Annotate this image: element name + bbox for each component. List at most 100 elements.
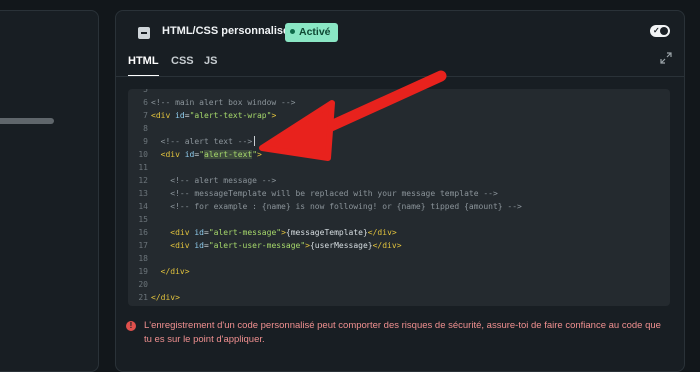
- tab-js[interactable]: JS: [204, 51, 217, 75]
- code-line[interactable]: 15: [128, 213, 670, 226]
- line-number: 14: [138, 202, 148, 211]
- code-token: <!-- for example : {name} is now followi…: [170, 202, 522, 211]
- code-token: <!-- alert message -->: [170, 176, 277, 185]
- line-code: </div>: [151, 265, 190, 278]
- code-lines: 5 6 <!-- main alert box window --> 7 <div id…: [128, 89, 670, 304]
- line-number: 20: [138, 280, 148, 289]
- line-code: <div id="alert-text-wrap">: [151, 109, 276, 122]
- line-number: 7: [143, 111, 148, 120]
- enable-toggle[interactable]: ✓: [650, 25, 670, 37]
- text-cursor-icon: [254, 136, 255, 146]
- collapse-button[interactable]: [138, 27, 150, 39]
- code-line[interactable]: 5: [128, 89, 670, 96]
- code-line[interactable]: 8: [128, 122, 670, 135]
- expand-icon[interactable]: [660, 52, 672, 64]
- line-number: 12: [138, 176, 148, 185]
- check-icon: ✓: [653, 26, 660, 35]
- line-number: 13: [138, 189, 148, 198]
- code-line[interactable]: 7 <div id="alert-text-wrap">: [128, 109, 670, 122]
- line-number: 18: [138, 254, 148, 263]
- code-token: <!-- main alert box window -->: [151, 98, 296, 107]
- code-token: </div>: [367, 228, 397, 237]
- line-code: <div id="alert-text">: [151, 148, 262, 161]
- tab-css[interactable]: CSS: [171, 51, 194, 75]
- code-token: >: [257, 150, 262, 159]
- code-token: <!-- alert text -->: [160, 137, 253, 146]
- line-code: <div id="alert-user-message">{userMessag…: [151, 239, 402, 252]
- code-token: <div: [151, 111, 171, 120]
- code-token: <div: [170, 228, 190, 237]
- code-token: {userMessage}: [309, 241, 373, 250]
- code-token: "alert-text-wrap": [189, 111, 272, 120]
- code-token: id: [175, 111, 185, 120]
- code-token: </div>: [160, 267, 190, 276]
- code-token: alert-text: [204, 150, 253, 159]
- line-code: <div id="alert-message">{messageTemplate…: [151, 226, 397, 239]
- code-line[interactable]: 12 <!-- alert message -->: [128, 174, 670, 187]
- code-token: "alert-message": [208, 228, 282, 237]
- warning-text: L'enregistrement d'un code personnalisé …: [144, 320, 661, 345]
- line-code: </div>: [151, 291, 180, 304]
- code-token: id: [184, 150, 195, 159]
- warning-icon: !: [126, 321, 136, 331]
- line-code: <!-- main alert box window -->: [151, 96, 296, 109]
- code-line[interactable]: 18: [128, 252, 670, 265]
- line-number: 11: [138, 163, 148, 172]
- line-number: 21: [138, 293, 148, 302]
- code-token: </div>: [372, 241, 402, 250]
- code-line[interactable]: 16 <div id="alert-message">{messageTempl…: [128, 226, 670, 239]
- toggle-knob: [660, 27, 668, 35]
- card-title: HTML/CSS personnalisés: [162, 25, 296, 37]
- line-number: 19: [138, 267, 148, 276]
- status-badge: Activé: [285, 23, 338, 42]
- line-code: <!-- alert text -->: [151, 135, 253, 148]
- code-token: <div: [160, 150, 180, 159]
- line-number: 16: [138, 228, 148, 237]
- code-line[interactable]: 17 <div id="alert-user-message">{userMes…: [128, 239, 670, 252]
- line-code: <!-- alert message -->: [151, 174, 276, 187]
- code-line[interactable]: 11: [128, 161, 670, 174]
- code-line[interactable]: 9 <!-- alert text -->: [128, 135, 670, 148]
- line-number: 17: [138, 241, 148, 250]
- code-line[interactable]: 6 <!-- main alert box window -->: [128, 96, 670, 109]
- code-token: <!-- messageTemplate will be replaced wi…: [170, 189, 498, 198]
- code-line[interactable]: 13 <!-- messageTemplate will be replaced…: [128, 187, 670, 200]
- code-token: id: [194, 228, 204, 237]
- custom-code-card: HTML/CSS personnalisés Activé ✓ HTML CSS…: [115, 10, 685, 372]
- code-token: </div>: [151, 293, 180, 302]
- code-line[interactable]: 21 </div>: [128, 291, 670, 304]
- line-number: 15: [138, 215, 148, 224]
- code-line[interactable]: 20: [128, 278, 670, 291]
- code-line[interactable]: 14 <!-- for example : {name} is now foll…: [128, 200, 670, 213]
- line-number: 8: [143, 124, 148, 133]
- code-line[interactable]: 19 </div>: [128, 265, 670, 278]
- code-token: <div: [170, 241, 190, 250]
- code-token: "alert-user-message": [208, 241, 306, 250]
- status-badge-label: Activé: [299, 26, 331, 38]
- code-editor[interactable]: 5 6 <!-- main alert box window --> 7 <div id…: [128, 89, 670, 306]
- line-number: 6: [143, 98, 148, 107]
- left-panel: [0, 10, 99, 372]
- code-token: >: [271, 111, 277, 120]
- status-dot-icon: [290, 29, 295, 34]
- line-number: 10: [138, 150, 148, 159]
- left-scrollbar[interactable]: [0, 118, 54, 124]
- code-line[interactable]: 10 <div id="alert-text">: [128, 148, 670, 161]
- line-number: 5: [143, 89, 148, 94]
- code-token: {messageTemplate}: [285, 228, 368, 237]
- line-number: 9: [143, 137, 148, 146]
- code-token: id: [194, 241, 204, 250]
- card-header: HTML/CSS personnalisés Activé ✓: [138, 23, 670, 45]
- line-code: <!-- messageTemplate will be replaced wi…: [151, 187, 498, 200]
- line-code: <!-- for example : {name} is now followi…: [151, 200, 522, 213]
- tab-html[interactable]: HTML: [128, 51, 159, 77]
- tab-divider: [116, 76, 684, 77]
